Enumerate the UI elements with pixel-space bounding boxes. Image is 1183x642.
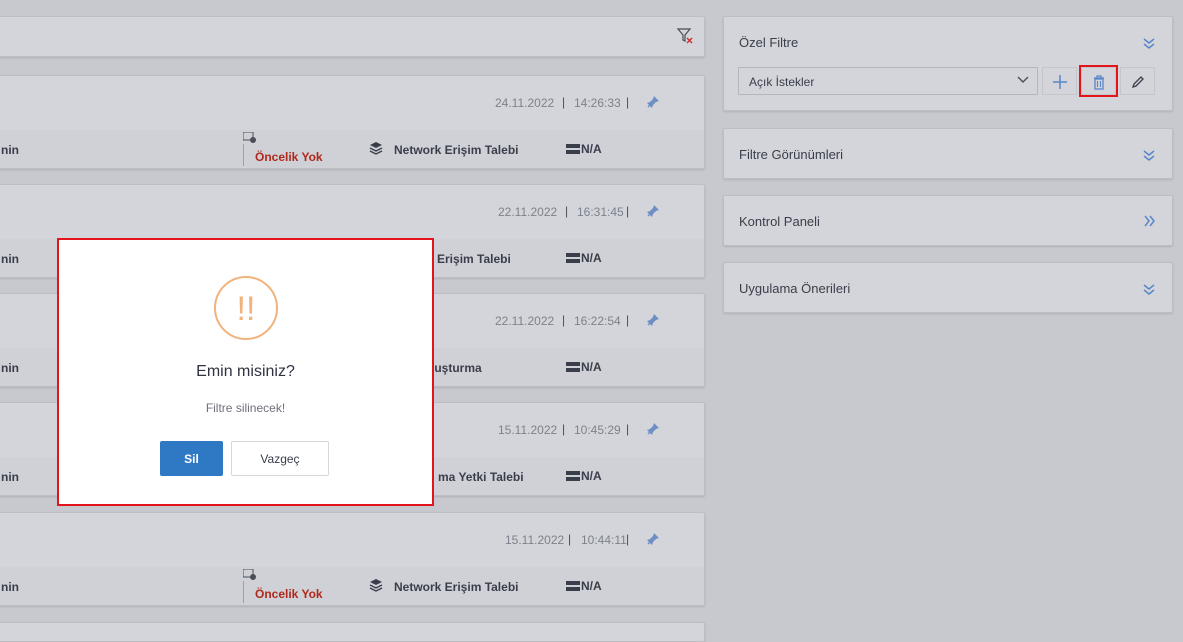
priority-divider — [243, 581, 244, 603]
filter-bar — [0, 16, 705, 57]
status-label: N/A — [581, 579, 602, 593]
ticket-date: 15.11.2022 — [505, 533, 565, 547]
filter-select-value: Açık İstekler — [749, 75, 815, 89]
ticket-date: 22.11.2022 — [498, 205, 558, 219]
server-icon — [566, 253, 580, 263]
separator: | — [626, 95, 630, 109]
ticket-time: 14:26:33 — [574, 96, 621, 110]
pin-icon[interactable] — [645, 421, 661, 437]
ticket-card[interactable]: 24.11.2022 | 14:26:33 | nin Öncelik Yok … — [0, 75, 705, 169]
ticket-date: 15.11.2022 — [498, 423, 558, 437]
ticket-label: nin — [1, 361, 19, 375]
add-filter-button[interactable] — [1042, 67, 1077, 95]
cancel-button[interactable]: Vazgeç — [231, 441, 329, 476]
ozel-filtre-panel: Özel Filtre Açık İstekler — [723, 16, 1173, 111]
ticket-card[interactable]: 15.11.2022 | 10:44:11 | nin Öncelik Yok … — [0, 512, 705, 606]
uygulama-onerileri-panel[interactable]: Uygulama Önerileri — [723, 262, 1173, 313]
pin-icon[interactable] — [645, 94, 661, 110]
category-label: k Erişim Talebi — [427, 252, 511, 266]
server-icon — [566, 471, 580, 481]
category-label: Network Erişim Talebi — [394, 143, 519, 157]
category-label: ma Yetki Talebi — [438, 470, 524, 484]
plus-icon — [1053, 75, 1067, 89]
separator: | — [562, 313, 566, 327]
filter-clear-icon[interactable] — [676, 27, 694, 45]
ticket-time: 10:45:29 — [574, 423, 621, 437]
chevron-down-icon — [1017, 76, 1029, 83]
filter-select[interactable]: Açık İstekler — [738, 67, 1038, 95]
edit-filter-button[interactable] — [1120, 67, 1155, 95]
separator: | — [568, 532, 572, 546]
confirm-dialog: !! Emin misiniz? Filtre silinecek! Sil V… — [57, 238, 434, 506]
ticket-label: nin — [1, 580, 19, 594]
ticket-header: 24.11.2022 | 14:26:33 | — [0, 76, 704, 131]
delete-filter-button[interactable] — [1079, 65, 1118, 97]
ticket-label: nin — [1, 143, 19, 157]
panel-title: Filtre Görünümleri — [739, 147, 844, 162]
pencil-icon — [1131, 76, 1144, 89]
trash-icon — [1094, 75, 1104, 90]
warning-icon: !! — [214, 276, 278, 340]
pin-icon[interactable] — [645, 203, 661, 219]
ticket-date: 22.11.2022 — [495, 314, 555, 328]
ticket-time: 16:22:54 — [574, 314, 621, 328]
server-icon — [566, 362, 580, 372]
status-label: N/A — [581, 142, 602, 156]
ticket-time: 10:44:11 — [581, 533, 627, 547]
warning-glyph: !! — [237, 290, 256, 328]
pin-icon[interactable] — [645, 312, 661, 328]
ticket-label: nin — [1, 470, 19, 484]
separator: | — [565, 204, 569, 218]
category-label: luşturma — [431, 361, 482, 375]
dialog-message: Filtre silinecek! — [205, 401, 286, 415]
ticket-header: 22.11.2022 | 16:31:45 | — [0, 185, 704, 240]
status-label: N/A — [581, 251, 602, 265]
separator: | — [626, 313, 630, 327]
ticket-date: 24.11.2022 — [495, 96, 555, 110]
category-label: Network Erişim Talebi — [394, 580, 519, 594]
confirm-delete-button[interactable]: Sil — [160, 441, 223, 476]
stack-icon — [369, 142, 383, 155]
ticket-card[interactable] — [0, 622, 705, 642]
pin-icon[interactable] — [645, 531, 661, 547]
dialog-title: Emin misiniz? — [196, 363, 295, 380]
separator: | — [626, 422, 630, 436]
server-icon — [566, 144, 580, 154]
priority-icon — [243, 569, 256, 580]
server-icon — [566, 581, 580, 591]
chevron-double-down-icon[interactable] — [1142, 282, 1156, 296]
status-label: N/A — [581, 469, 602, 483]
filtre-gorunumleri-panel[interactable]: Filtre Görünümleri — [723, 128, 1173, 179]
ticket-details: nin Öncelik Yok Network Erişim Talebi N/… — [0, 567, 704, 605]
status-label: N/A — [581, 360, 602, 374]
panel-title: Uygulama Önerileri — [739, 281, 851, 296]
kontrol-paneli-panel[interactable]: Kontrol Paneli — [723, 195, 1173, 246]
ticket-header: 15.11.2022 | 10:44:11 | — [0, 513, 704, 568]
separator: | — [562, 422, 566, 436]
chevron-double-down-icon[interactable] — [1142, 36, 1156, 50]
priority-label: Öncelik Yok — [255, 150, 323, 164]
stack-icon — [369, 579, 383, 592]
priority-label: Öncelik Yok — [255, 587, 323, 601]
ticket-time: 16:31:45 — [577, 205, 624, 219]
panel-title: Kontrol Paneli — [739, 214, 820, 229]
separator: | — [626, 204, 630, 218]
ticket-label: nin — [1, 252, 19, 266]
ticket-details: nin Öncelik Yok Network Erişim Talebi N/… — [0, 130, 704, 168]
priority-divider — [243, 144, 244, 166]
separator: | — [626, 532, 630, 546]
chevron-double-down-icon[interactable] — [1142, 148, 1156, 162]
chevron-double-right-icon[interactable] — [1142, 214, 1156, 228]
priority-icon — [243, 132, 256, 143]
separator: | — [562, 95, 566, 109]
panel-title: Özel Filtre — [739, 35, 799, 50]
